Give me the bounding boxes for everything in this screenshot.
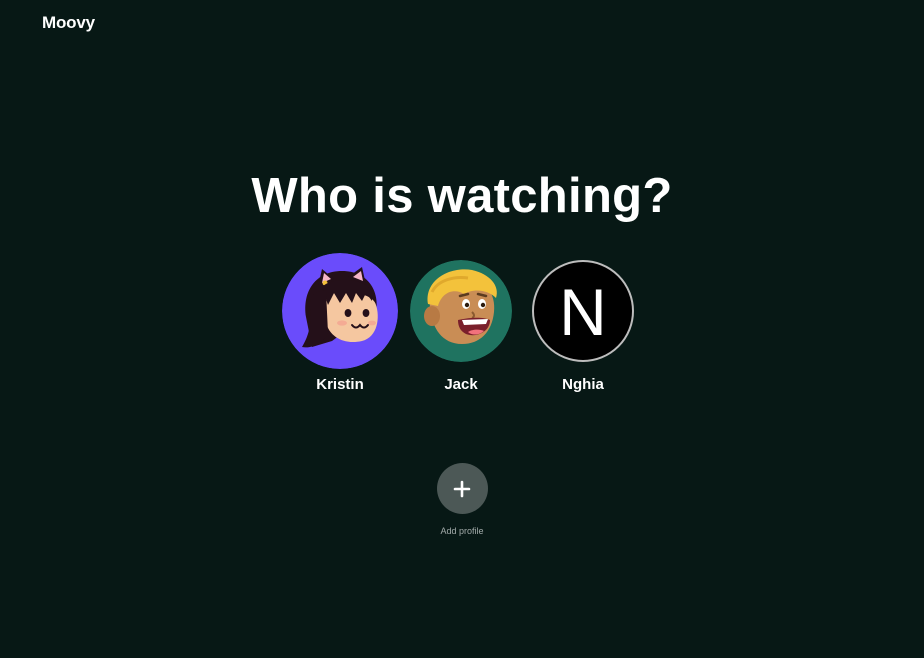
avatar-container: N	[532, 252, 634, 370]
add-profile[interactable]: Add profile	[412, 463, 512, 536]
profile-list: Kristin Jack N Nghia	[0, 252, 924, 402]
app-logo[interactable]: Moovy	[42, 13, 95, 33]
profile-kristin[interactable]: Kristin	[280, 252, 400, 393]
page-title: Who is watching?	[251, 169, 673, 223]
plus-icon	[453, 480, 471, 497]
profile-jack[interactable]: Jack	[401, 252, 521, 393]
initial-avatar: N	[532, 260, 634, 362]
blond-boy-avatar-icon	[410, 260, 512, 362]
add-profile-button[interactable]	[436, 463, 488, 514]
profile-name: Jack	[444, 376, 478, 393]
profile-nghia[interactable]: N Nghia	[523, 252, 643, 393]
profile-name: Nghia	[562, 376, 604, 393]
profile-name: Kristin	[316, 376, 364, 393]
avatar-container	[410, 252, 512, 370]
avatar-initial: N	[559, 275, 607, 349]
girl-cat-ears-avatar-icon	[282, 253, 398, 369]
avatar-container	[282, 252, 398, 370]
add-profile-label: Add profile	[440, 526, 484, 536]
